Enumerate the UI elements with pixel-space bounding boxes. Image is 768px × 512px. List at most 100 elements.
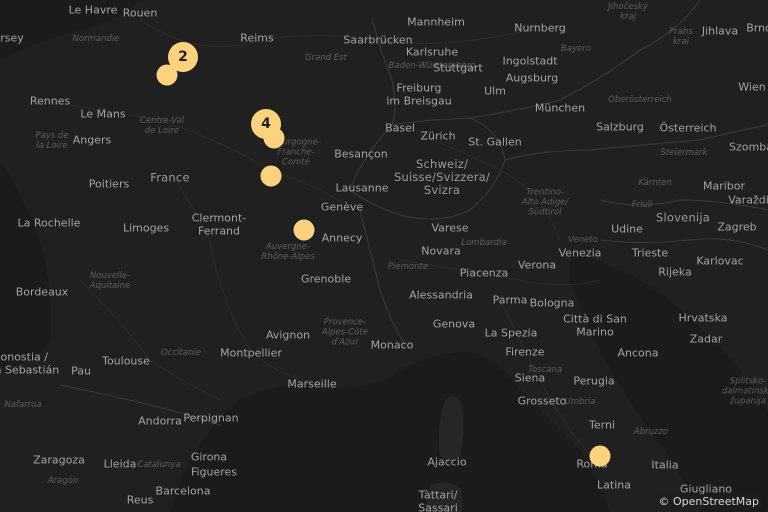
place-label-trentino: Trentino- Alto Adige/ Südtirol [521, 187, 569, 217]
place-label-lleida: Lleida [103, 457, 137, 471]
place-label-piacenza: Piacenza [459, 266, 509, 280]
place-label-augsburg: Augsburg [505, 71, 559, 85]
place-label-figueres: Figueres [190, 465, 238, 479]
attribution[interactable]: © OpenStreetMap [655, 494, 762, 509]
place-label-la-rochelle: La Rochelle [17, 216, 81, 230]
place-label-bayern: Bayern [560, 43, 592, 54]
place-label-veneto: Veneto [568, 234, 598, 245]
place-label-giugliano: Giugliano [679, 482, 733, 496]
place-label-angers: Angers [72, 133, 112, 147]
place-label-avignon: Avignon [265, 328, 311, 342]
place-label-centre: Centre-Val de Loire [139, 116, 185, 136]
place-label-paca: Provence- Alpes-Côte d'Azur [322, 317, 368, 347]
place-label-spitsko: Splitsko- dalmatinska županija [721, 376, 768, 406]
place-label-mannheim: Mannheim [407, 15, 465, 29]
place-label-zurich: Zürich [420, 129, 456, 143]
place-label-besancon: Besançon [334, 147, 388, 161]
place-label-slovenija: Slovenija [656, 210, 710, 225]
place-label-lombardia: Lombardia [461, 237, 507, 248]
place-label-nafarroa: Nafarroa [4, 399, 42, 410]
place-label-maribor: Maribor [702, 179, 746, 193]
location-marker-m6[interactable] [293, 219, 315, 241]
place-label-ancona: Ancona [617, 346, 659, 360]
place-label-wien: Wien [738, 80, 766, 94]
place-label-umbria: Umbria [564, 396, 596, 407]
place-label-nurnberg: Nurnberg [514, 21, 566, 35]
place-label-nouvelle-aquitaine: Nouvelle- Aquitaine [89, 271, 131, 291]
place-label-grenoble: Grenoble [300, 272, 352, 286]
place-label-geneve: Genève [320, 200, 364, 214]
place-label-perpignan: Perpignan [183, 411, 239, 425]
place-label-basel: Basel [385, 121, 415, 135]
place-label-karlsruhe: Karlsruhe [405, 45, 459, 59]
place-label-zadar: Zadar [689, 332, 723, 346]
place-label-jersey: rsey [0, 31, 24, 45]
place-label-grosseto: Grosseto [517, 394, 567, 408]
place-label-oberosterreich: Oberösterreich [608, 94, 672, 105]
place-label-st-gallen: St. Gallen [468, 135, 522, 149]
place-label-le-havre: Le Havre [68, 3, 118, 17]
place-label-trieste: Trieste [631, 246, 669, 260]
place-label-france: France [150, 170, 190, 185]
place-label-ingolstadt: Ingolstadt [502, 54, 558, 68]
place-label-grand-est: Grand Est [305, 52, 347, 63]
place-label-rijeka: Rijeka [658, 265, 692, 279]
location-marker-m5[interactable] [260, 165, 282, 187]
place-label-munchen: München [534, 101, 586, 115]
location-marker-m2[interactable] [156, 64, 178, 86]
place-label-limoges: Limoges [122, 221, 170, 235]
place-label-clermont: Clermont- Ferrand [191, 211, 247, 237]
place-label-schweiz: Schweiz/ Suisse/Svizzera/ Svizra [393, 157, 491, 198]
place-label-varese: Varese [431, 221, 469, 235]
place-label-bordeaux: Bordeaux [15, 285, 69, 299]
location-marker-m7[interactable] [589, 445, 611, 467]
place-label-monaco: Monaco [370, 338, 414, 352]
place-label-rouen: Rouen [122, 6, 158, 20]
place-label-firenze: Firenze [505, 345, 545, 359]
place-label-donostia: Donostia / San Sebastián [0, 350, 60, 376]
place-label-italia: Italia [651, 458, 679, 472]
place-label-pays-loire: Pays de la Loire [35, 131, 69, 151]
place-label-alessandria: Alessandria [409, 288, 473, 302]
place-label-toulouse: Toulouse [102, 354, 150, 368]
place-label-novara: Novara [421, 244, 461, 258]
place-label-aragon: Aragón [47, 475, 79, 486]
place-label-genova: Genova [432, 317, 476, 331]
place-label-lausanne: Lausanne [335, 181, 389, 195]
place-label-siena: Siena [514, 371, 546, 385]
place-label-rennes: Rennes [29, 94, 71, 108]
place-label-freiburg: Freiburg im Breisgau [386, 81, 452, 107]
place-label-normandie: Normandie [72, 33, 120, 44]
place-label-brno: Brno [746, 21, 768, 35]
place-label-zagreb: Zagreb [717, 220, 757, 234]
place-label-terni: Terni [589, 418, 615, 432]
place-label-jihocesky: Jihočeský kraj [608, 2, 648, 22]
place-label-catalunya: Catalunya [137, 459, 181, 470]
map-canvas[interactable]: Normandie Grand Est Bayern Baden-Württember… [0, 0, 768, 512]
place-label-hrvatska: Hrvatska [678, 311, 728, 325]
place-label-occitanie: Occitanie [161, 347, 201, 358]
place-label-montpellier: Montpellier [220, 346, 282, 360]
location-marker-m4[interactable] [263, 127, 285, 149]
place-label-jihlava: Jihlava [701, 24, 739, 38]
place-label-udine: Udine [611, 222, 643, 236]
place-label-bologna: Bologna [529, 296, 575, 310]
place-label-piemonte: Piemonte [387, 261, 429, 272]
place-label-szomba: Szomba [729, 140, 768, 154]
place-label-salzburg: Salzburg [596, 120, 644, 134]
place-label-barcelona: Barcelona [155, 484, 211, 498]
place-label-annecy: Annecy [321, 231, 363, 245]
place-label-auvergne: Auvergne- Rhône-Alpes [261, 242, 315, 262]
place-label-friuli: Friuli [631, 199, 653, 210]
place-label-osterreich: Österreich [659, 121, 717, 135]
place-label-andorra: Andorra [138, 414, 182, 428]
place-label-ulm: Ulm [484, 84, 506, 98]
place-label-girona: Girona [190, 450, 228, 464]
place-label-perugia: Perugia [573, 374, 615, 388]
place-label-la-spezia: La Spezia [484, 326, 538, 340]
place-label-poitiers: Poitiers [88, 177, 130, 191]
place-label-zaragoza: Zaragoza [33, 453, 85, 467]
place-label-karlovac: Karlovac [696, 254, 744, 268]
place-label-venezia: Venezia [558, 246, 602, 260]
place-label-parma: Parma [492, 293, 528, 307]
